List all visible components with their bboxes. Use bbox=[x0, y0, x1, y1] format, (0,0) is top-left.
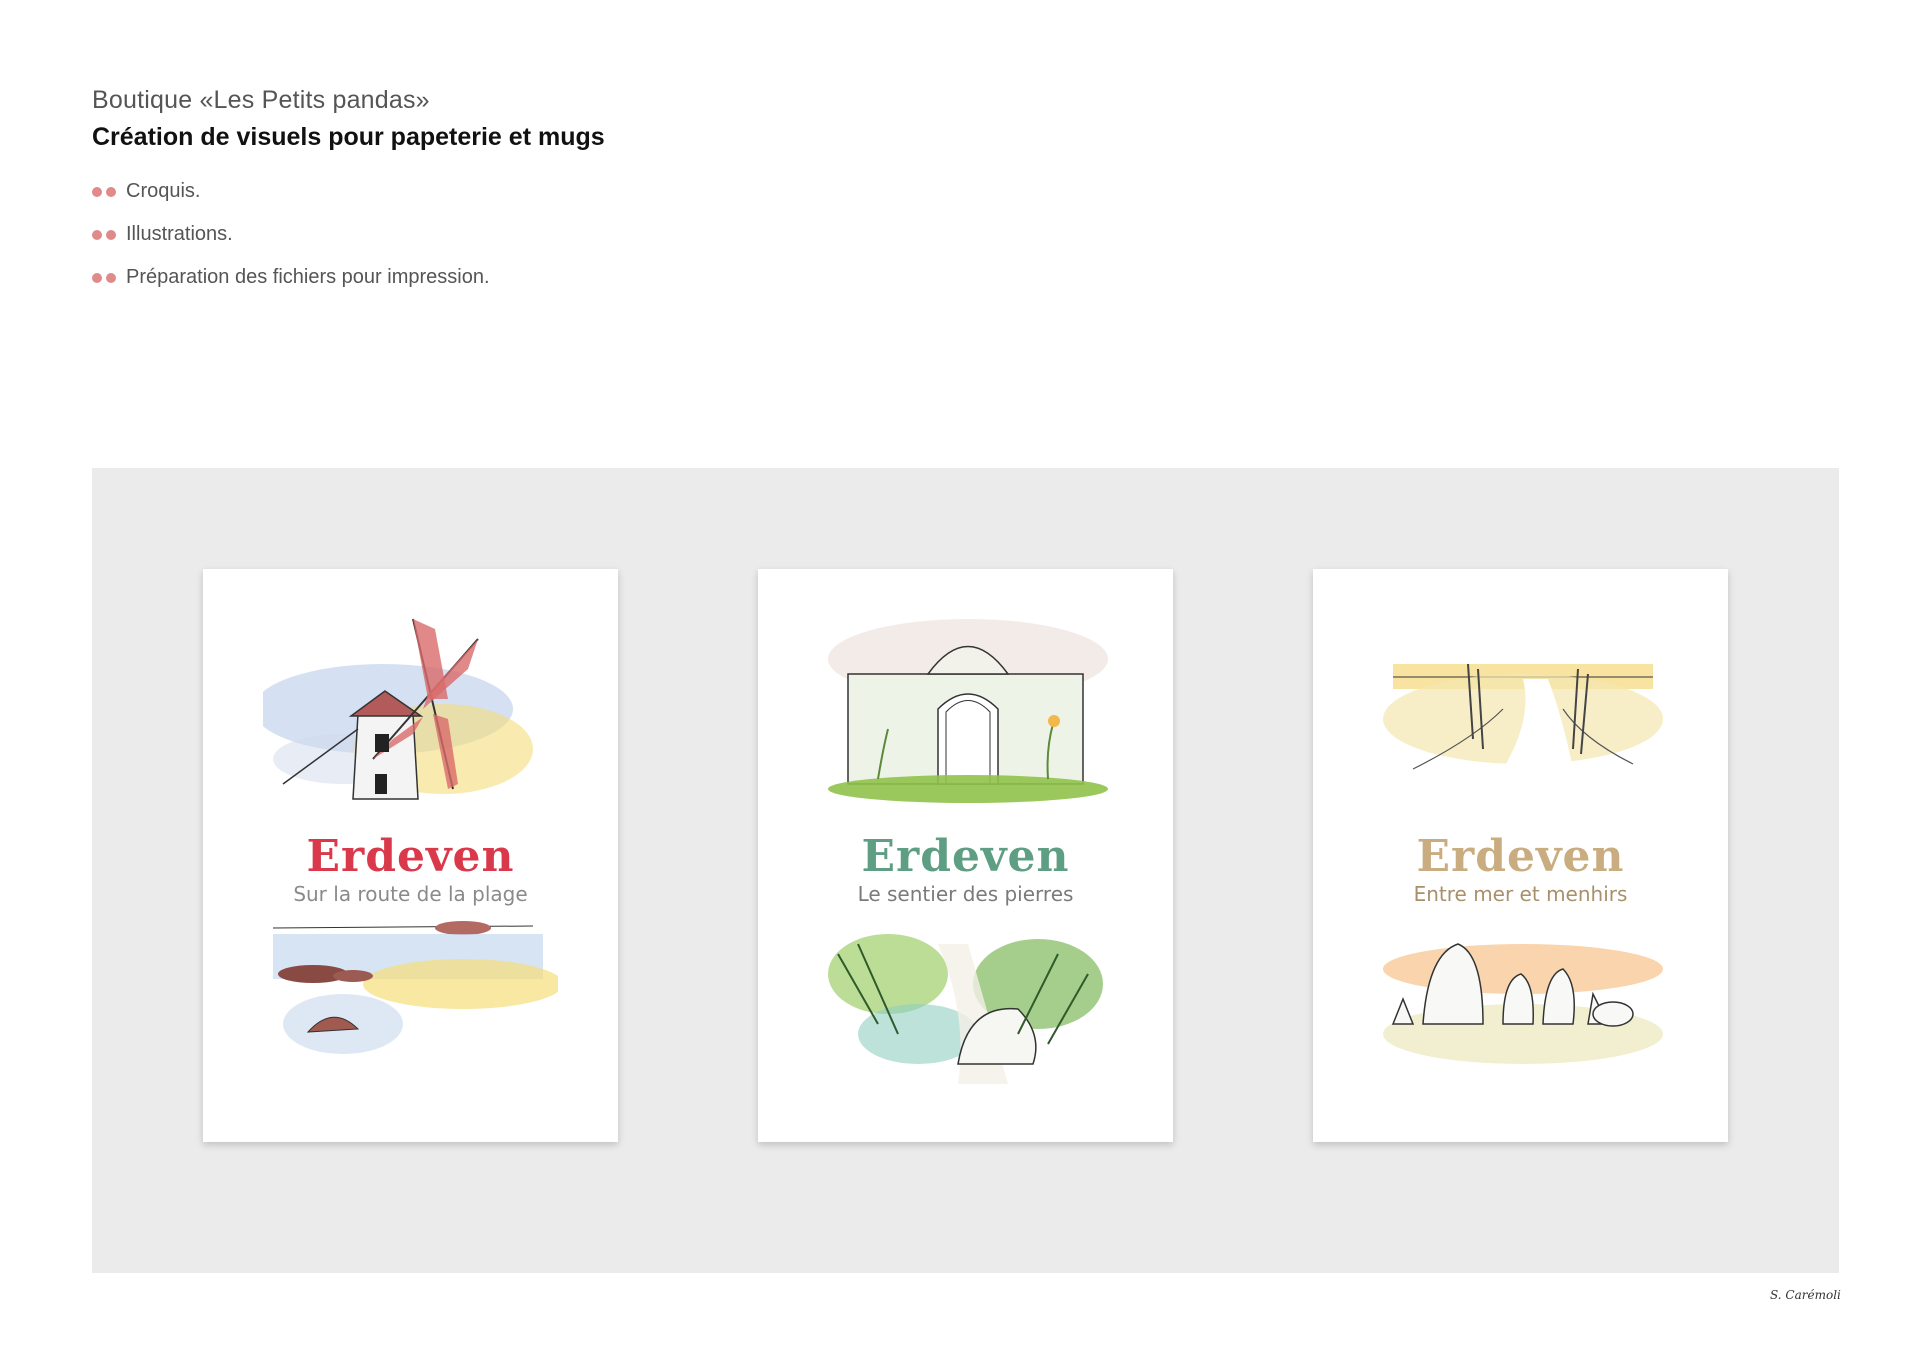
list-item: Croquis. bbox=[92, 170, 605, 213]
bullet-dots-icon bbox=[92, 186, 116, 197]
beach-rocks-illustration bbox=[272, 921, 558, 1054]
place-name: Erdeven bbox=[1416, 831, 1625, 882]
list-item: Préparation des fichiers pour impression… bbox=[92, 256, 605, 299]
place-name: Erdeven bbox=[306, 831, 515, 882]
bullet-text: Illustrations. bbox=[126, 223, 233, 245]
signature: S. Carémoli bbox=[1770, 1288, 1841, 1302]
page-subtitle: Boutique «Les Petits pandas» bbox=[92, 86, 430, 114]
stone-archway-illustration bbox=[828, 619, 1108, 803]
page-title: Création de visuels pour papeterie et mu… bbox=[92, 123, 605, 151]
card-windmill: Erdeven Sur la route de la plage bbox=[203, 569, 618, 1142]
bullet-text: Croquis. bbox=[126, 180, 201, 202]
card-archway: Erdeven Le sentier des pierres bbox=[758, 569, 1173, 1142]
bullet-dots-icon bbox=[92, 229, 116, 240]
forest-path-stone-illustration bbox=[828, 934, 1103, 1084]
bullet-text: Préparation des fichiers pour impression… bbox=[126, 266, 490, 288]
bullet-list: Croquis. Illustrations. Préparation des … bbox=[92, 170, 605, 299]
header: Boutique «Les Petits pandas» Création de… bbox=[92, 86, 605, 299]
bullet-dots-icon bbox=[92, 272, 116, 283]
showcase-panel: Erdeven Sur la route de la plage Erdeven bbox=[92, 468, 1839, 1273]
dune-path-sunset-illustration bbox=[1383, 663, 1663, 770]
card-menhirs: Erdeven Entre mer et menhirs bbox=[1313, 569, 1728, 1142]
windmill-illustration bbox=[263, 618, 533, 800]
place-tagline: Le sentier des pierres bbox=[857, 882, 1074, 906]
place-name: Erdeven bbox=[861, 831, 1070, 882]
list-item: Illustrations. bbox=[92, 213, 605, 256]
place-tagline: Entre mer et menhirs bbox=[1413, 882, 1628, 906]
place-tagline: Sur la route de la plage bbox=[293, 882, 528, 906]
menhirs-illustration bbox=[1383, 943, 1663, 1064]
